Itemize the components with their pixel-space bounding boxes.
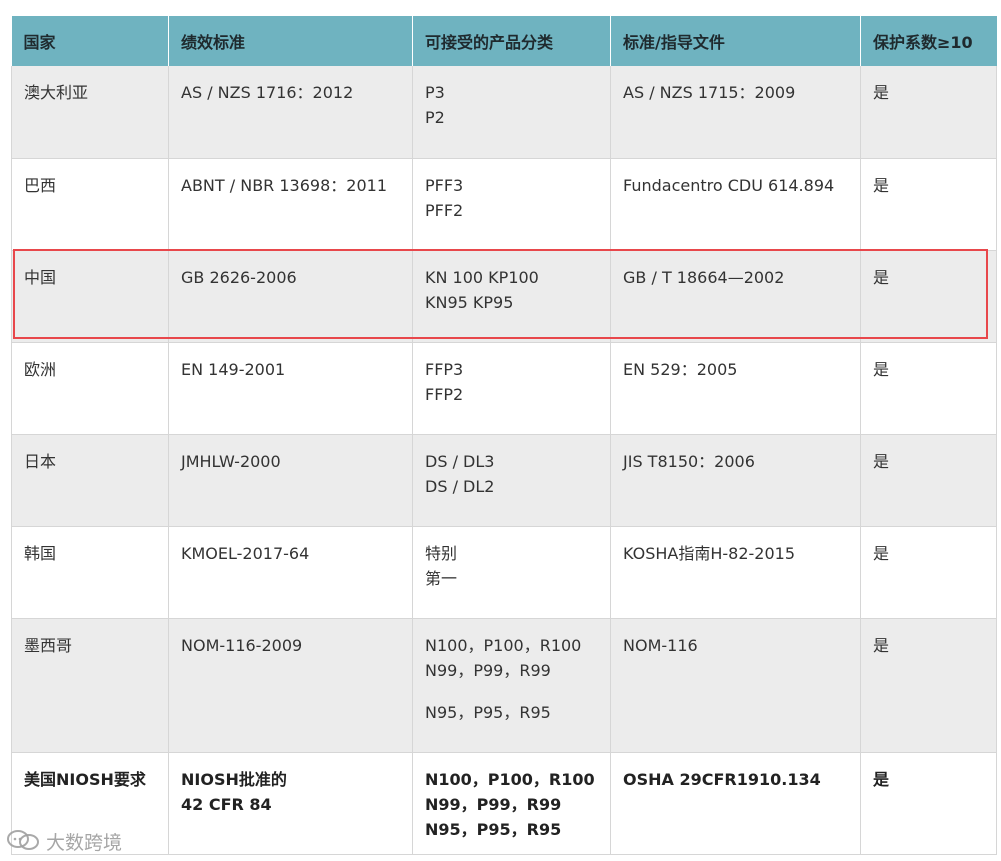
- cell-classes: KN 100 KP100 KN95 KP95: [412, 250, 611, 343]
- cell-apf: 是: [860, 250, 997, 343]
- table-row-highlighted: 中国 GB 2626-2006 KN 100 KP100 KN95 KP95 G…: [11, 250, 997, 343]
- cell-line: FFP2: [425, 384, 464, 404]
- cell-guidance: Fundacentro CDU 614.894: [610, 158, 861, 251]
- cell-line: 特别: [425, 543, 458, 563]
- cell-line: Fundacentro CDU 614.894: [623, 175, 835, 195]
- cell-line: NIOSH批准的: [181, 769, 287, 789]
- cell-line: KN95 KP95: [425, 292, 514, 312]
- cell-line: N95，P95，R95: [425, 819, 562, 839]
- cell-country: 巴西: [11, 158, 169, 251]
- cell-line: ABNT / NBR 13698：2011: [181, 175, 387, 195]
- table-row: 墨西哥 NOM-116-2009 N100，P100，R100 N99，P99，…: [11, 618, 997, 753]
- table-row: 韩国 KMOEL-2017-64 特别 第一 KOSHA指南H-82-2015 …: [11, 526, 997, 619]
- cell-line: N100，P100，R100: [425, 769, 595, 789]
- cell-standard: AS / NZS 1716：2012: [168, 66, 413, 159]
- cell-standard: KMOEL-2017-64: [168, 526, 413, 619]
- cell-line: PFF3: [425, 175, 464, 195]
- cell-classes: FFP3 FFP2: [412, 342, 611, 435]
- cell-standard: GB 2626-2006: [168, 250, 413, 343]
- cell-guidance: NOM-116: [610, 618, 861, 753]
- cell-apf: 是: [860, 66, 997, 159]
- cell-apf: 是: [860, 158, 997, 251]
- cell-line: PFF2: [425, 200, 464, 220]
- cell-line: P2: [425, 108, 445, 127]
- cell-line: N95，P95，R95: [425, 702, 551, 722]
- cell-standard: EN 149-2001: [168, 342, 413, 435]
- cell-classes: N100，P100，R100 N99，P99，R99 N95，P95，R95: [412, 618, 611, 753]
- cell-line: KMOEL-2017-64: [181, 543, 310, 563]
- cell-country: 欧洲: [11, 342, 169, 435]
- cell-guidance: GB / T 18664—2002: [610, 250, 861, 343]
- table-header-row: 国家 绩效标准 可接受的产品分类 标准/指导文件 保护系数≥10: [11, 16, 997, 66]
- cell-guidance: EN 529：2005: [610, 342, 861, 435]
- header-standard: 绩效标准: [168, 16, 413, 66]
- cell-classes: P3 P2: [412, 66, 611, 159]
- cell-apf: 是: [860, 752, 997, 855]
- cell-line: FFP3: [425, 359, 464, 379]
- header-apf: 保护系数≥10: [860, 16, 997, 66]
- cell-line: EN 529：2005: [623, 359, 738, 379]
- cell-line: NOM-116-2009: [181, 635, 303, 655]
- cell-apf: 是: [860, 618, 997, 753]
- cell-apf: 是: [860, 342, 997, 435]
- cell-country: 澳大利亚: [11, 66, 169, 159]
- cell-country: 墨西哥: [11, 618, 169, 753]
- cell-guidance: OSHA 29CFR1910.134: [610, 752, 861, 855]
- cell-standard: NOM-116-2009: [168, 618, 413, 753]
- cell-country: 韩国: [11, 526, 169, 619]
- cell-guidance: AS / NZS 1715：2009: [610, 66, 861, 159]
- cell-apf: 是: [860, 526, 997, 619]
- cell-line: 42 CFR 84: [181, 794, 272, 814]
- cell-line: OSHA 29CFR1910.134: [623, 769, 821, 789]
- cell-classes: 特别 第一: [412, 526, 611, 619]
- table-row: 欧洲 EN 149-2001 FFP3 FFP2 EN 529：2005 是: [11, 342, 997, 435]
- cell-line: NOM-116: [623, 635, 698, 655]
- cell-line: N100，P100，R100: [425, 635, 582, 655]
- table-row: 巴西 ABNT / NBR 13698：2011 PFF3 PFF2 Funda…: [11, 158, 997, 251]
- cell-line: 第一: [425, 568, 458, 588]
- watermark: 大数跨境: [6, 826, 122, 856]
- table-row: 澳大利亚 AS / NZS 1716：2012 P3 P2 AS / NZS 1…: [11, 66, 997, 159]
- header-guidance: 标准/指导文件: [610, 16, 861, 66]
- cell-line: KN 100 KP100: [425, 267, 539, 287]
- respirator-standards-table-wrap: 国家 绩效标准 可接受的产品分类 标准/指导文件 保护系数≥10 澳大利亚 AS…: [11, 16, 997, 855]
- cell-standard: NIOSH批准的 42 CFR 84: [168, 752, 413, 855]
- cell-line: AS / NZS 1715：2009: [623, 83, 796, 102]
- cell-classes: PFF3 PFF2: [412, 158, 611, 251]
- table-row: 日本 JMHLW-2000 DS / DL3 DS / DL2 JIS T815…: [11, 434, 997, 527]
- cell-line: KOSHA指南H-82-2015: [623, 543, 796, 563]
- header-country: 国家: [11, 16, 169, 66]
- cell-line: P3: [425, 83, 445, 102]
- cell-apf: 是: [860, 434, 997, 527]
- cell-classes: N100，P100，R100 N99，P99，R99 N95，P95，R95: [412, 752, 611, 855]
- cell-line: EN 149-2001: [181, 359, 286, 379]
- cell-line: DS / DL2: [425, 476, 495, 496]
- cell-line: N99，P99，R99: [425, 660, 551, 680]
- cell-line: AS / NZS 1716：2012: [181, 83, 354, 102]
- cell-guidance: JIS T8150：2006: [610, 434, 861, 527]
- header-classes: 可接受的产品分类: [412, 16, 611, 66]
- cell-line: GB 2626-2006: [181, 267, 297, 287]
- chat-bubble-icon: [7, 830, 39, 850]
- cell-country: 日本: [11, 434, 169, 527]
- cell-country: 中国: [11, 250, 169, 343]
- table-row: 美国NIOSH要求 NIOSH批准的 42 CFR 84 N100，P100，R…: [11, 752, 997, 855]
- cell-line: DS / DL3: [425, 451, 495, 471]
- cell-line: N99，P99，R99: [425, 794, 562, 814]
- cell-classes: DS / DL3 DS / DL2: [412, 434, 611, 527]
- cell-guidance: KOSHA指南H-82-2015: [610, 526, 861, 619]
- cell-line: JIS T8150：2006: [623, 451, 755, 471]
- watermark-text: 大数跨境: [46, 831, 123, 854]
- cell-line: JMHLW-2000: [181, 451, 281, 471]
- respirator-standards-table: 国家 绩效标准 可接受的产品分类 标准/指导文件 保护系数≥10 澳大利亚 AS…: [11, 16, 997, 855]
- cell-standard: JMHLW-2000: [168, 434, 413, 527]
- cell-standard: ABNT / NBR 13698：2011: [168, 158, 413, 251]
- cell-line: GB / T 18664—2002: [623, 267, 785, 287]
